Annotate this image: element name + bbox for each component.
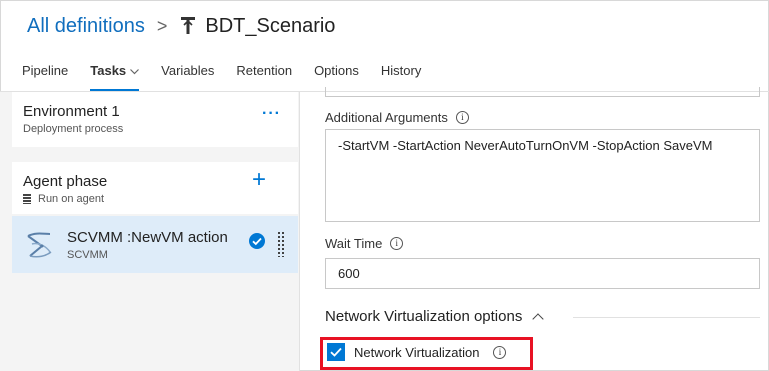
network-virtualization-checkbox-row[interactable]: Network Virtualization i	[327, 343, 507, 361]
breadcrumb-all-definitions-link[interactable]: All definitions	[27, 15, 145, 38]
agent-phase-subtitle-text: Run on agent	[38, 193, 105, 205]
tab-retention-label: Retention	[236, 63, 293, 78]
process-pane: Environment 1 Deployment process ··· Age…	[0, 92, 300, 371]
wait-time-label: Wait Time i	[325, 236, 404, 251]
chevron-down-icon	[130, 63, 140, 83]
tab-pipeline[interactable]: Pipeline	[22, 61, 68, 91]
wait-time-label-text: Wait Time	[325, 236, 383, 251]
agent-phase-card[interactable]: Agent phase Run on agent +	[12, 162, 298, 214]
chevron-up-icon	[532, 313, 544, 325]
tab-history-label: History	[380, 63, 422, 78]
pipeline-icon	[181, 17, 196, 35]
add-task-button[interactable]: +	[252, 168, 266, 192]
section-title: Network Virtualization options	[325, 308, 523, 325]
network-virtualization-checkbox[interactable]	[327, 343, 345, 361]
environment-card[interactable]: Environment 1 Deployment process ···	[12, 92, 298, 147]
task-title: SCVMM :NewVM action	[67, 229, 228, 246]
environment-title: Environment 1	[23, 103, 120, 120]
network-virtualization-label: Network Virtualization	[354, 344, 480, 360]
tab-pipeline-label: Pipeline	[22, 63, 69, 78]
info-icon[interactable]: i	[390, 237, 404, 250]
more-options-button[interactable]: ···	[262, 105, 281, 123]
tab-options-label: Options	[314, 63, 359, 78]
network-virtualization-section-toggle[interactable]: Network Virtualization options	[325, 308, 544, 325]
server-icon	[23, 194, 31, 204]
tab-tasks-label: Tasks	[90, 63, 127, 78]
agent-phase-subtitle: Run on agent	[23, 193, 104, 205]
task-subtitle: SCVMM	[67, 249, 108, 261]
agent-phase-title: Agent phase	[23, 173, 108, 190]
environment-subtitle: Deployment process	[23, 123, 124, 135]
tab-variables[interactable]: Variables	[161, 61, 214, 91]
info-icon[interactable]: i	[455, 111, 469, 124]
drag-handle-icon[interactable]	[277, 231, 285, 257]
tab-tasks[interactable]: Tasks	[90, 61, 140, 91]
page-title: BDT_Scenario	[205, 14, 336, 37]
tab-retention[interactable]: Retention	[236, 61, 292, 91]
scvmm-icon	[24, 230, 54, 260]
tab-variables-label: Variables	[161, 63, 215, 78]
check-circle-icon	[249, 233, 265, 249]
info-icon[interactable]: i	[493, 345, 507, 359]
breadcrumb: All definitions > BDT_Scenario	[27, 13, 335, 39]
task-item-scvmm[interactable]: SCVMM :NewVM action SCVMM	[12, 216, 298, 273]
additional-arguments-label-text: Additional Arguments	[325, 110, 448, 125]
task-settings-pane: Additional Arguments i -StartVM -StartAc…	[301, 87, 768, 371]
wait-time-input[interactable]: 600	[325, 258, 760, 289]
section-divider	[573, 317, 760, 318]
previous-field-bottom[interactable]	[325, 87, 760, 97]
breadcrumb-separator: >	[156, 15, 168, 36]
additional-arguments-label: Additional Arguments i	[325, 110, 469, 125]
additional-arguments-textarea[interactable]: -StartVM -StartAction NeverAutoTurnOnVM …	[325, 129, 760, 222]
